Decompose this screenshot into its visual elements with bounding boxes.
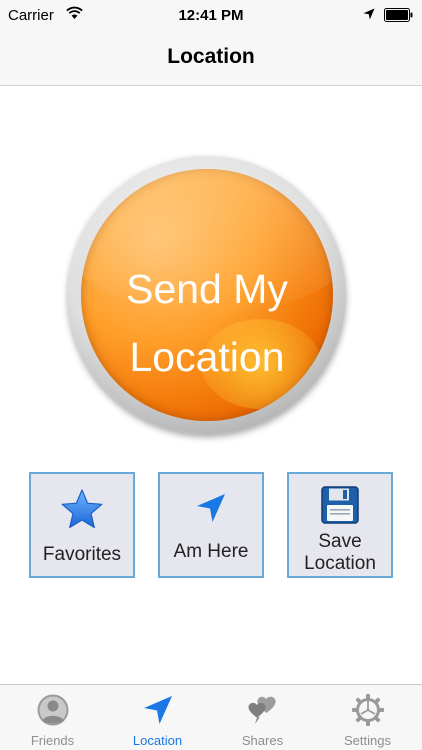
am-here-button[interactable]: Am Here [158,472,264,578]
floppy-disk-icon [321,486,359,524]
save-location-button[interactable]: Save Location [287,472,393,578]
status-bar: Carrier 12:41 PM [0,0,422,30]
status-time: 12:41 PM [178,7,244,24]
location-arrow-icon [197,494,225,522]
favorites-label: Favorites [42,544,122,565]
save-label-line1: Save [318,531,362,552]
battery-icon [384,8,413,22]
send-my-location-button[interactable]: Send My Location [68,156,346,434]
send-button-label: Send My Location [81,255,333,391]
location-services-icon [363,8,375,20]
save-label-line2: Location [304,553,376,574]
save-location-label: Save Location [289,531,391,575]
person-icon [37,694,68,726]
tab-shares-label: Shares [241,733,284,748]
am-here-label: Am Here [173,541,249,562]
top-bar: Carrier 12:41 PM Location [0,0,422,86]
tab-location-label: Location [132,733,183,748]
send-button-label-line1: Send My [126,266,288,312]
tab-shares[interactable]: Shares [210,685,315,750]
star-icon [61,489,103,529]
page-title: Location [167,45,255,68]
send-button-face: Send My Location [81,169,333,421]
tab-bar: Friends Location Shares Settings [0,684,422,750]
tab-settings-label: Settings [344,733,391,748]
hearts-icon [248,696,276,724]
tab-settings[interactable]: Settings [315,685,420,750]
gear-icon [351,694,384,726]
tab-friends-label: Friends [30,733,75,748]
send-button-label-line2: Location [129,334,285,380]
tab-location[interactable]: Location [105,685,210,750]
favorites-button[interactable]: Favorites [29,472,135,578]
tab-friends[interactable]: Friends [0,685,105,750]
location-arrow-icon [143,696,172,724]
